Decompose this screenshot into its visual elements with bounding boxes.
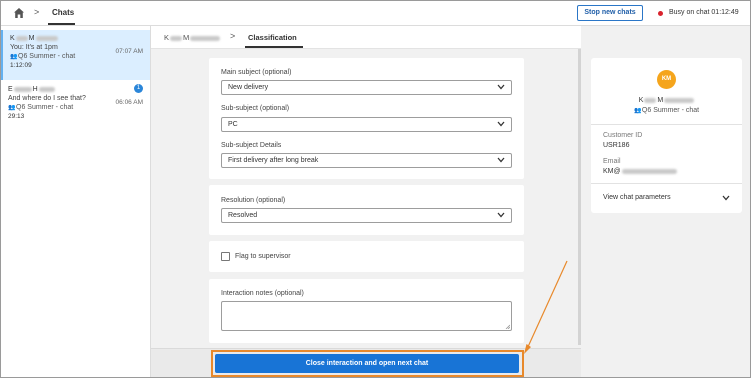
chat-contact-name: KM (10, 35, 143, 42)
sub-subject-select[interactable]: PC (221, 117, 512, 132)
chat-list: KM You: It's at 1pm 👥Q6 Summer - chat 1:… (1, 26, 151, 377)
resize-grip-icon (505, 324, 510, 329)
chevron-down-icon (497, 121, 505, 127)
tab-classification[interactable]: Classification (248, 33, 297, 42)
sub-subject-label: Sub-subject (optional) (221, 105, 290, 112)
unread-badge: 1 (134, 84, 143, 93)
main-subject-select[interactable]: New delivery (221, 80, 512, 95)
queue-icon: 👥 (634, 108, 642, 114)
callout-arrow-icon (524, 260, 568, 354)
home-icon[interactable] (13, 7, 25, 19)
chevron-down-icon[interactable] (722, 195, 730, 201)
avatar: KM (657, 70, 676, 89)
interaction-header: KM > Classification (151, 26, 581, 49)
chat-duration: 29:13 (8, 113, 25, 120)
resolution-card: Resolution (optional) Resolved (209, 185, 524, 235)
top-bar: > Chats Stop new chats Busy on chat 01:1… (1, 1, 750, 26)
customer-card: KM KM 👥Q6 Summer - chat Customer ID USR1… (591, 58, 742, 213)
email-label: Email (603, 158, 621, 165)
main-subject-label: Main subject (optional) (221, 69, 292, 76)
flag-to-supervisor-checkbox[interactable] (221, 252, 230, 261)
queue-icon: 👥 (10, 54, 18, 60)
resolution-select[interactable]: Resolved (221, 208, 512, 223)
customer-name: KM (591, 97, 742, 104)
divider (591, 124, 742, 125)
agent-status[interactable]: Busy on chat 01:12:49 (669, 9, 739, 16)
chevron-down-icon (497, 84, 505, 90)
customer-id-label: Customer ID (603, 132, 643, 139)
chat-time: 06:06 AM (115, 99, 143, 106)
divider (591, 183, 742, 184)
flag-card: Flag to supervisor (209, 241, 524, 272)
customer-name[interactable]: KM (164, 33, 221, 42)
interaction-notes-textarea[interactable] (221, 301, 512, 331)
breadcrumb-separator-icon: > (34, 7, 40, 17)
stop-new-chats-button[interactable]: Stop new chats (577, 5, 643, 21)
sub-subject-details-select[interactable]: First delivery after long break (221, 153, 512, 168)
callout-highlight-box (211, 350, 524, 377)
subject-card: Main subject (optional) New delivery Sub… (209, 58, 524, 179)
chat-time: 07:07 AM (115, 48, 143, 55)
sub-subject-details-label: Sub-subject Details (221, 142, 282, 149)
chat-list-item[interactable]: KM You: It's at 1pm 👥Q6 Summer - chat 1:… (1, 30, 150, 80)
page-title[interactable]: Chats (52, 8, 74, 17)
chevron-down-icon (497, 212, 505, 218)
notes-card: Interaction notes (optional) (209, 279, 524, 343)
flag-to-supervisor-label[interactable]: Flag to supervisor (235, 253, 291, 260)
view-chat-parameters-toggle[interactable]: View chat parameters (603, 194, 671, 201)
chat-list-item[interactable]: EH And where do I see that? 👥Q6 Summer -… (1, 81, 150, 131)
resolution-label: Resolution (optional) (221, 197, 286, 204)
queue-icon: 👥 (8, 105, 16, 111)
breadcrumb-separator-icon: > (230, 31, 236, 41)
app-frame: > Chats Stop new chats Busy on chat 01:1… (0, 0, 751, 378)
chevron-down-icon (497, 157, 505, 163)
customer-id-value: USR186 (603, 142, 630, 149)
interaction-notes-label: Interaction notes (optional) (221, 290, 304, 297)
status-dot-icon (658, 11, 663, 16)
customer-queue: 👥Q6 Summer - chat (634, 107, 700, 114)
active-tab-underline (48, 23, 75, 25)
chat-duration: 1:12:09 (10, 62, 32, 69)
active-tab-underline (245, 46, 303, 48)
email-value: KM@ (603, 168, 677, 175)
chat-contact-name: EH (8, 86, 143, 93)
